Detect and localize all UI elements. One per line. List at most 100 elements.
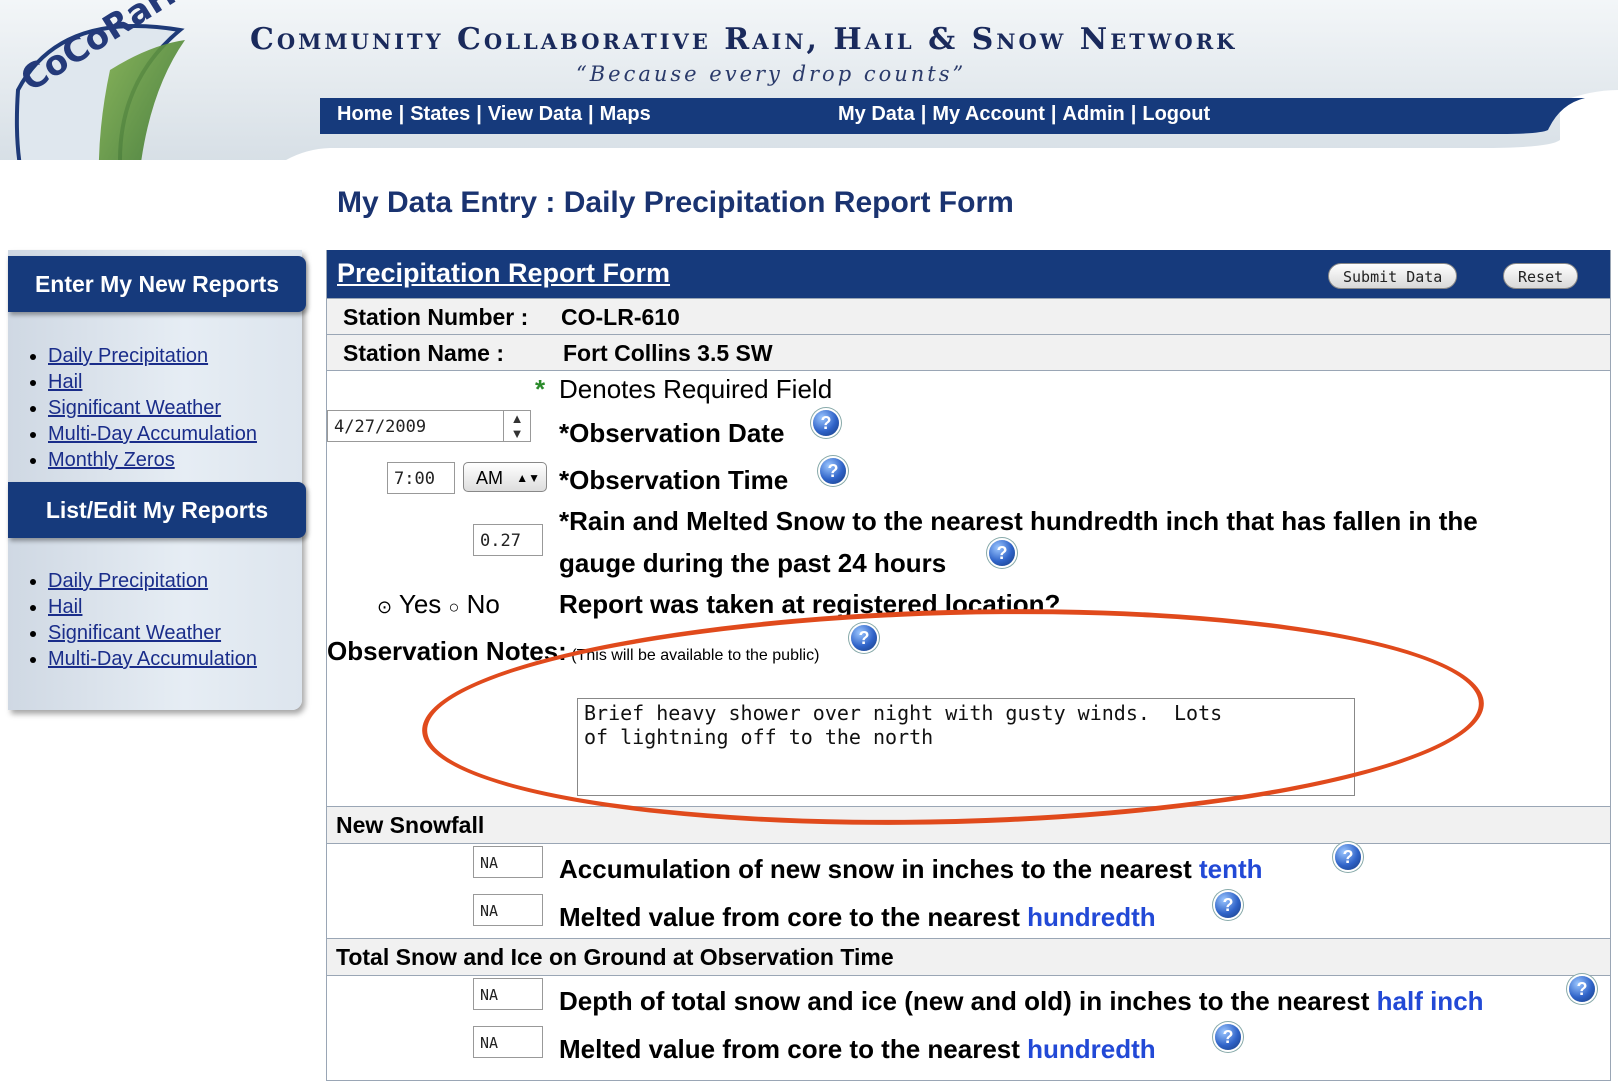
- sidebar-heading-list: List/Edit My Reports: [8, 482, 306, 538]
- nav-maps[interactable]: Maps: [600, 103, 651, 125]
- sidebar-item-list-multi-day-accumulation[interactable]: Multi-Day Accumulation: [48, 648, 257, 670]
- observation-time-label: *Observation Time: [559, 465, 789, 495]
- sidebar-item-hail[interactable]: Hail: [48, 371, 82, 393]
- form-header: Precipitation Report Form Submit Data Re…: [327, 250, 1610, 298]
- radio-no-label[interactable]: No: [467, 589, 500, 619]
- new-melt-label: Melted value from core to the nearest: [559, 902, 1020, 932]
- sidebar-item-multi-day-accumulation[interactable]: Multi-Day Accumulation: [48, 423, 257, 445]
- help-icon[interactable]: ?: [820, 458, 846, 484]
- help-icon[interactable]: ?: [1215, 892, 1241, 918]
- nav-separator: |: [1130, 103, 1137, 125]
- sidebar-item-list-daily-precipitation[interactable]: Daily Precipitation: [48, 570, 208, 592]
- observation-time-input[interactable]: 7:00: [387, 462, 455, 494]
- new-melt-unit-link[interactable]: hundredth: [1027, 902, 1156, 932]
- list-item: Significant Weather: [48, 620, 257, 646]
- total-melt-label-group: Melted value from core to the nearest hu…: [559, 1034, 1156, 1065]
- help-icon[interactable]: ?: [989, 540, 1015, 566]
- sidebar-item-daily-precipitation[interactable]: Daily Precipitation: [48, 345, 208, 367]
- nav-my-data[interactable]: My Data: [838, 103, 915, 125]
- list-item: Daily Precipitation: [48, 568, 257, 594]
- radio-yes-label[interactable]: Yes: [399, 589, 441, 619]
- reset-button[interactable]: Reset: [1503, 263, 1579, 289]
- user-nav: My Data | My Account | Admin | Logout: [838, 103, 1210, 126]
- station-name-row: Station Name : Fort Collins 3.5 SW: [327, 334, 1610, 371]
- list-item: Hail: [48, 369, 257, 395]
- location-question-label: Report was taken at registered location?: [559, 589, 1061, 619]
- observation-notes-textarea[interactable]: Brief heavy shower over night with gusty…: [577, 698, 1355, 796]
- help-icon[interactable]: ?: [1569, 976, 1595, 1002]
- nav-separator: |: [1050, 103, 1057, 125]
- nav-view-data[interactable]: View Data: [488, 103, 582, 125]
- nav-separator: |: [398, 103, 405, 125]
- new-snow-unit-link[interactable]: tenth: [1199, 854, 1263, 884]
- list-item: Multi-Day Accumulation: [48, 421, 257, 447]
- sidebar-item-list-significant-weather[interactable]: Significant Weather: [48, 622, 221, 644]
- station-number-row: Station Number : CO-LR-610: [327, 298, 1610, 335]
- total-depth-label: Depth of total snow and ice (new and old…: [559, 986, 1370, 1016]
- required-note: Denotes Required Field: [559, 374, 833, 404]
- ampm-select[interactable]: AM ▲▼: [463, 462, 547, 492]
- new-snow-input[interactable]: NA: [473, 846, 543, 878]
- new-snow-label-group: Accumulation of new snow in inches to th…: [559, 854, 1263, 885]
- nav-home[interactable]: Home: [337, 103, 393, 125]
- sidebar: Enter My New Reports Daily Precipitation…: [8, 250, 308, 725]
- section-heading: New Snowfall: [336, 812, 485, 838]
- submit-data-button[interactable]: Submit Data: [1328, 263, 1458, 289]
- rain-label-line2: gauge during the past 24 hours: [559, 548, 947, 578]
- list-item: Multi-Day Accumulation: [48, 646, 257, 672]
- station-name-value: Fort Collins 3.5 SW: [563, 340, 773, 366]
- section-heading: Total Snow and Ice on Ground at Observat…: [336, 944, 894, 970]
- observation-notes-label: Observation Notes:: [327, 636, 567, 666]
- sidebar-item-monthly-zeros[interactable]: Monthly Zeros: [48, 449, 175, 471]
- required-marker: *: [535, 374, 546, 404]
- list-item: Significant Weather: [48, 395, 257, 421]
- section-total-snow: Total Snow and Ice on Ground at Observat…: [327, 938, 1610, 976]
- observation-date-input[interactable]: 4/27/2009: [327, 410, 531, 442]
- section-new-snowfall: New Snowfall: [327, 806, 1610, 844]
- list-item: Hail: [48, 594, 257, 620]
- new-snow-melted-input[interactable]: NA: [473, 894, 543, 926]
- sidebar-list-list: Daily Precipitation Hail Significant Wea…: [24, 568, 257, 672]
- rain-amount-input[interactable]: 0.27: [473, 524, 543, 556]
- page-title: My Data Entry : Daily Precipitation Repo…: [337, 186, 1014, 219]
- main-nav: Home | States | View Data | Maps: [337, 103, 651, 126]
- nav-my-account[interactable]: My Account: [932, 103, 1045, 125]
- station-number-label: Station Number :: [343, 304, 529, 330]
- rain-label-line1: *Rain and Melted Snow to the nearest hun…: [559, 506, 1478, 536]
- sidebar-item-list-hail[interactable]: Hail: [48, 596, 82, 618]
- observation-date-label: *Observation Date: [559, 418, 785, 448]
- total-depth-unit-link[interactable]: half inch: [1377, 986, 1484, 1016]
- nav-admin[interactable]: Admin: [1063, 103, 1125, 125]
- nav-states[interactable]: States: [410, 103, 470, 125]
- list-item: Monthly Zeros: [48, 447, 257, 473]
- help-icon[interactable]: ?: [851, 625, 877, 651]
- site-title: Community Collaborative Rain, Hail & Sno…: [250, 22, 1238, 57]
- sidebar-item-significant-weather[interactable]: Significant Weather: [48, 397, 221, 419]
- precipitation-report-form: Precipitation Report Form Submit Data Re…: [326, 250, 1611, 1081]
- help-icon[interactable]: ?: [1215, 1024, 1241, 1050]
- notes-public-note: (This will be available to the public): [571, 647, 820, 664]
- nav-separator: |: [476, 103, 482, 125]
- date-stepper[interactable]: ▲ ▼: [503, 411, 530, 441]
- chevron-updown-icon: ▲▼: [516, 471, 540, 485]
- total-melt-unit-link[interactable]: hundredth: [1027, 1034, 1156, 1064]
- total-depth-input[interactable]: NA: [473, 978, 543, 1010]
- new-snow-label: Accumulation of new snow in inches to th…: [559, 854, 1192, 884]
- nav-separator: |: [920, 103, 927, 125]
- total-melted-input[interactable]: NA: [473, 1026, 543, 1058]
- nav-separator: |: [587, 103, 594, 125]
- list-item: Daily Precipitation: [48, 343, 257, 369]
- new-melt-label-group: Melted value from core to the nearest hu…: [559, 902, 1156, 933]
- help-icon[interactable]: ?: [1335, 844, 1361, 870]
- sidebar-heading-enter: Enter My New Reports: [8, 256, 306, 312]
- form-title[interactable]: Precipitation Report Form: [337, 258, 670, 289]
- total-depth-label-group: Depth of total snow and ice (new and old…: [559, 986, 1484, 1017]
- ampm-value: AM: [476, 468, 503, 488]
- location-radio-group: ⊙ Yes ○ No: [377, 589, 500, 620]
- notes-label-group: Observation Notes: (This will be availab…: [327, 636, 819, 667]
- radio-yes[interactable]: ⊙: [377, 597, 392, 617]
- nav-logout[interactable]: Logout: [1142, 103, 1210, 125]
- divider: [327, 370, 1610, 371]
- help-icon[interactable]: ?: [813, 410, 839, 436]
- radio-no[interactable]: ○: [449, 597, 460, 617]
